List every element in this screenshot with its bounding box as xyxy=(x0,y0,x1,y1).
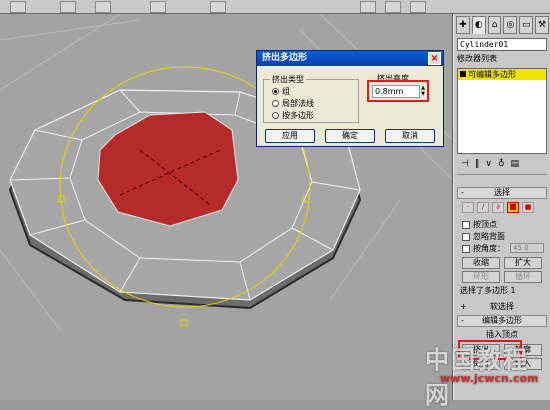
radio-by-polygon[interactable]: 按多边形 xyxy=(272,110,314,121)
checkbox-by-vertex[interactable]: 按顶点 xyxy=(462,219,497,230)
radio-selected-icon xyxy=(272,88,279,95)
checkbox-label: 按顶点 xyxy=(473,220,497,229)
move-icon[interactable] xyxy=(60,1,76,13)
ok-button[interactable]: 确定 xyxy=(325,129,375,143)
radio-icon xyxy=(272,112,279,119)
radio-label-local-normal: 局部法线 xyxy=(282,99,314,108)
close-icon[interactable]: × xyxy=(428,52,441,65)
stack-item-label: 可编辑多边形 xyxy=(468,70,516,79)
hierarchy-tab-icon[interactable]: ⌂ xyxy=(487,16,502,34)
extrude-polygons-dialog: 挤出多边形 × 挤出类型 组 局部法线 按多边形 挤出高度 0.8mm ▲ ▼ 应… xyxy=(256,50,444,147)
main-toolbar xyxy=(0,0,550,14)
utilities-tab-icon[interactable]: ⚒ xyxy=(535,16,549,34)
dialog-titlebar[interactable]: 挤出多边形 × xyxy=(257,51,443,66)
minus-icon: - xyxy=(461,316,464,325)
ring-button[interactable]: 环形 xyxy=(462,271,500,283)
element-icon[interactable]: ■ xyxy=(522,202,534,213)
vertex-icon[interactable]: · xyxy=(462,202,474,213)
radio-label-by-polygon: 按多边形 xyxy=(282,111,314,120)
plus-icon: + xyxy=(460,302,467,311)
checkbox-label: 忽略背面 xyxy=(473,232,505,241)
divider xyxy=(457,174,547,175)
grow-button[interactable]: 扩大 xyxy=(504,257,542,269)
stack-item-editable-poly[interactable]: 可编辑多边形 xyxy=(458,69,546,80)
soft-selection-title: 软选择 xyxy=(490,302,514,311)
select-icon[interactable] xyxy=(10,1,26,13)
cancel-button[interactable]: 取消 xyxy=(385,129,435,143)
selection-rollout-header[interactable]: - 选择 xyxy=(457,187,547,199)
angle-spinner[interactable]: 45.0 xyxy=(510,243,544,253)
make-unique-icon[interactable]: ∨ xyxy=(485,159,492,169)
remove-modifier-icon[interactable]: ♁ xyxy=(498,159,505,169)
configure-icon[interactable]: ▤ xyxy=(511,159,520,169)
checkbox-ignore-backfacing[interactable]: 忽略背面 xyxy=(462,231,505,242)
show-end-result-icon[interactable]: ‖ xyxy=(475,159,480,169)
object-name-field[interactable]: Cylinder01 xyxy=(457,38,547,51)
panel-tabs: ✚ ◐ ⌂ ◎ ▭ ⚒ xyxy=(456,16,549,36)
create-tab-icon[interactable]: ✚ xyxy=(456,16,470,34)
stack-tools: ⊣ ‖ ∨ ♁ ▤ xyxy=(457,157,547,171)
extrusion-type-group: 挤出类型 组 局部法线 按多边形 xyxy=(263,74,359,123)
apply-button[interactable]: 应用 xyxy=(265,129,315,143)
edge-icon[interactable]: / xyxy=(477,202,489,213)
modify-tab-icon[interactable]: ◐ xyxy=(471,16,486,34)
shrink-button[interactable]: 收缩 xyxy=(462,257,500,269)
edit-polygons-title: 编辑多边形 xyxy=(482,316,522,325)
display-tab-icon[interactable]: ▭ xyxy=(519,16,534,34)
minus-icon: - xyxy=(461,188,464,197)
rotate-icon[interactable] xyxy=(95,1,111,13)
radio-label-group: 组 xyxy=(282,87,290,96)
soft-selection-rollout-header[interactable]: + 软选择 xyxy=(457,302,547,312)
quick-render-icon[interactable] xyxy=(410,1,426,13)
expand-icon[interactable] xyxy=(460,71,466,77)
modifier-stack[interactable]: 可编辑多边形 xyxy=(457,68,547,154)
checkbox-icon xyxy=(462,220,470,229)
polygon-icon[interactable] xyxy=(507,202,519,213)
selection-info: 选择了多边形 1 xyxy=(460,286,516,295)
scale-icon[interactable] xyxy=(150,1,166,13)
checkbox-by-angle[interactable]: 按角度： xyxy=(462,243,505,254)
render-icon[interactable] xyxy=(210,1,226,13)
selection-rollout-title: 选择 xyxy=(494,188,510,197)
radio-icon xyxy=(272,100,279,107)
motion-tab-icon[interactable]: ◎ xyxy=(503,16,518,34)
extrusion-type-label: 挤出类型 xyxy=(270,74,306,85)
checkbox-label: 按角度： xyxy=(473,244,505,253)
material-icon[interactable] xyxy=(360,1,376,13)
radio-local-normal[interactable]: 局部法线 xyxy=(272,98,314,109)
highlight-box-height xyxy=(367,80,429,102)
dialog-title: 挤出多边形 xyxy=(262,53,308,63)
radio-group[interactable]: 组 xyxy=(272,86,290,97)
watermark-url: www.jcwcn.com xyxy=(440,372,539,385)
insert-vertex-button[interactable]: 插入顶点 xyxy=(457,330,547,340)
checkbox-icon xyxy=(462,244,470,253)
edit-polygons-rollout-header[interactable]: - 编辑多边形 xyxy=(457,315,547,327)
modifier-list-dropdown[interactable]: 修改器列表 xyxy=(457,53,547,65)
teapot-icon[interactable] xyxy=(385,1,401,13)
border-icon[interactable]: ∂ xyxy=(492,202,504,213)
pin-stack-icon[interactable]: ⊣ xyxy=(461,159,469,169)
loop-button[interactable]: 循环 xyxy=(504,271,542,283)
checkbox-icon xyxy=(462,232,470,241)
sub-object-level-icons: · / ∂ ■ xyxy=(462,202,534,213)
